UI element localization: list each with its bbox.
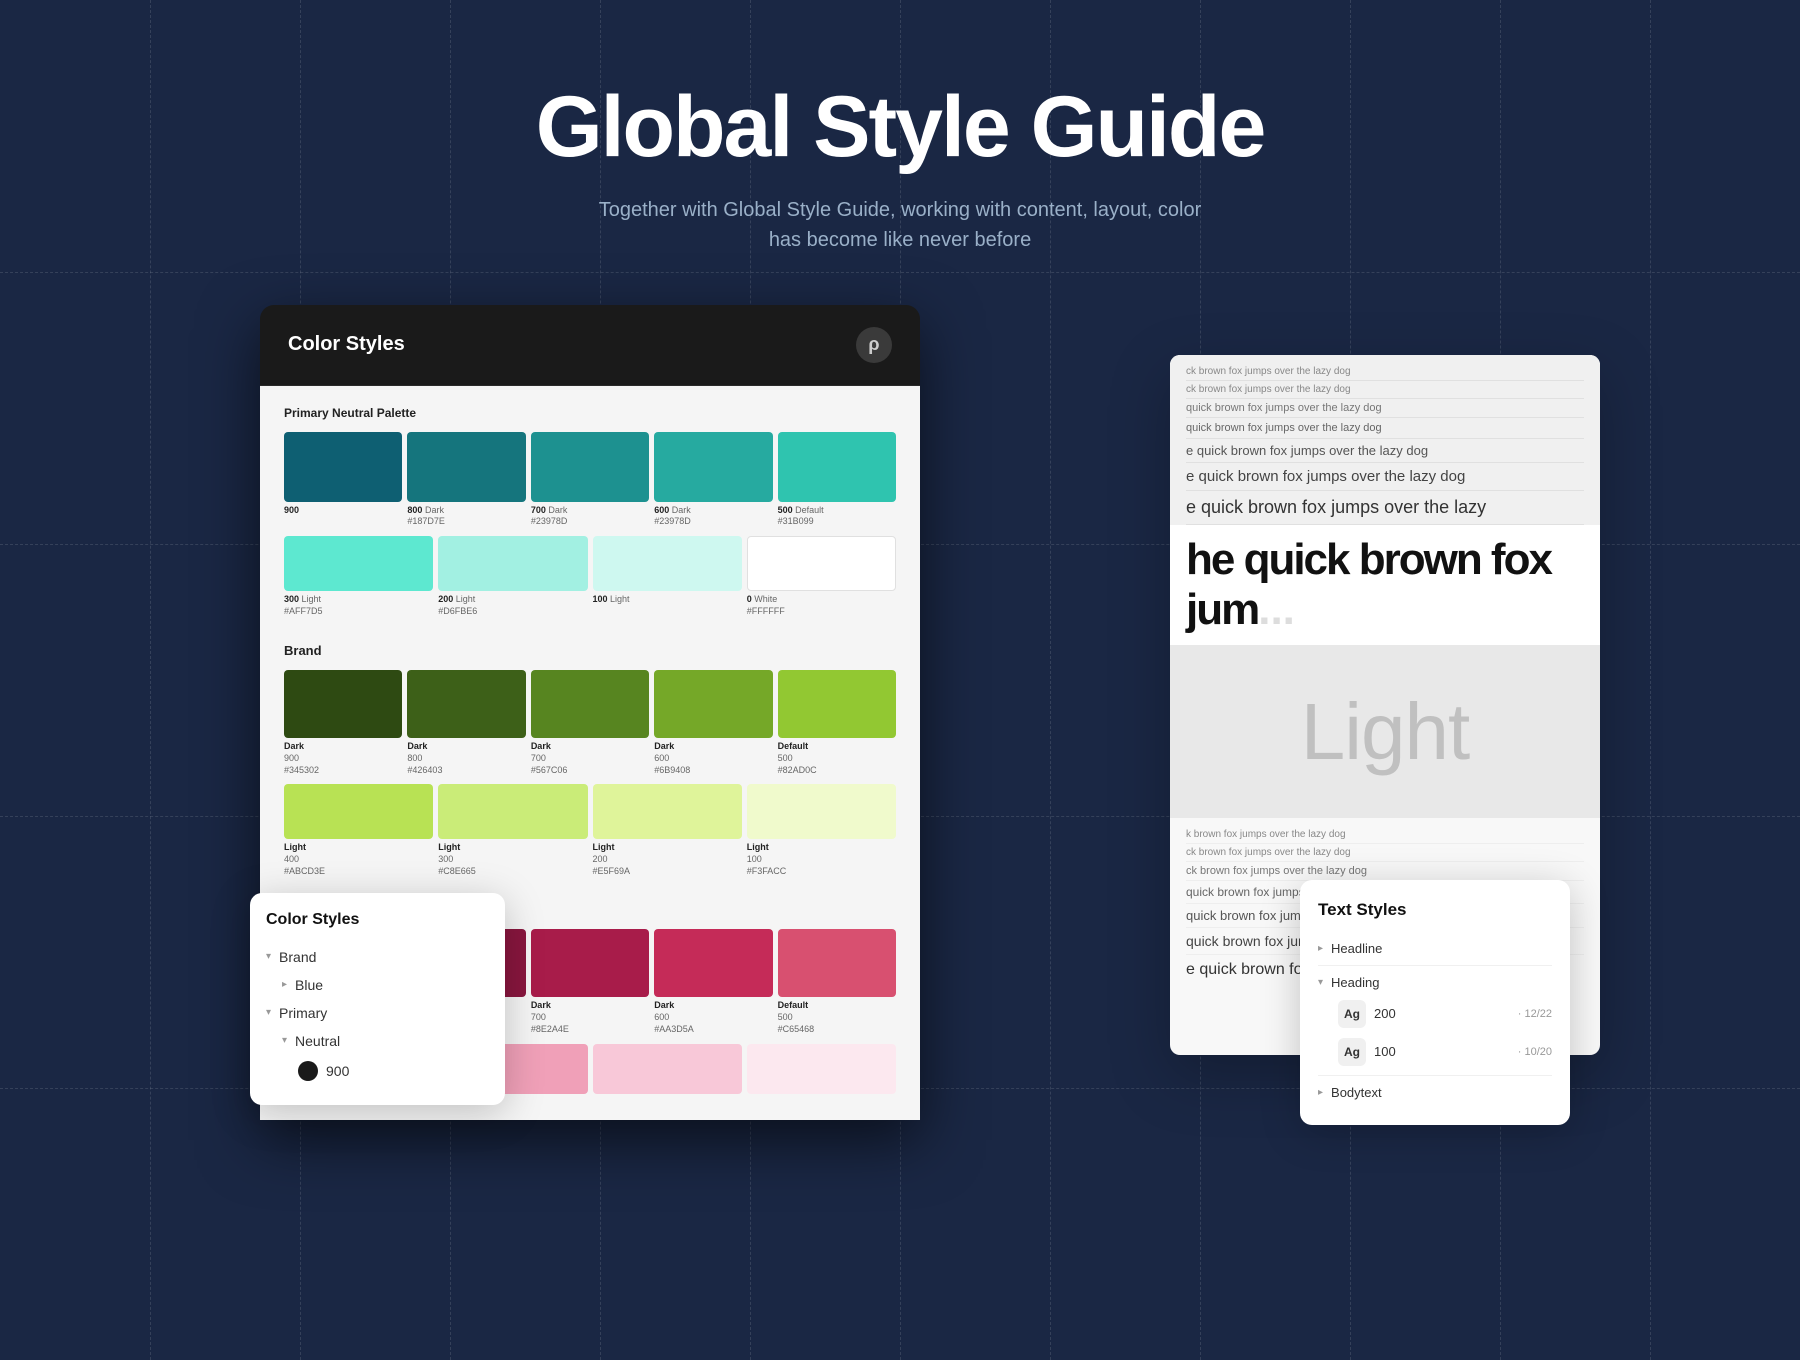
sidebar-primary-label: Primary [279,1005,327,1021]
neutral-900-dot [298,1061,318,1081]
ag-200-badge: Ag [1338,1000,1366,1028]
dark-panel-title: Color Styles [288,333,405,356]
text-line-10: ck brown fox jumps over the lazy dog [1186,862,1584,881]
floating-text-styles: Text Styles ▸ Headline ▾ Heading Ag 200 … [1300,880,1570,1125]
brand-dark-row: Dark900#345302 Dark800#426403 Dark700#56… [284,670,896,776]
ag-200-size: 200 [1374,1006,1518,1021]
brand-chevron-icon: ▾ [266,951,271,962]
swatch-neutral-800: 800 Dark#187D7E [407,432,525,528]
bodytext-label: Bodytext [1331,1085,1552,1100]
text-style-heading[interactable]: ▾ Heading [1318,970,1552,995]
swatch-error-500: Default500#C65468 [778,929,896,1035]
sidebar-primary-item[interactable]: ▾ Primary [266,999,489,1027]
text-styles-panel-title: Text Styles [1318,900,1552,920]
neutral-light-row: 300 Light#AFF7D5 200 Light#D6FBE6 100 Li… [284,536,896,617]
text-line-3: quick brown fox jumps over the lazy dog [1186,399,1584,418]
text-line-5: e quick brown fox jumps over the lazy do… [1186,439,1584,463]
text-style-ag-100[interactable]: Ag 100 · 10/20 [1338,1033,1552,1071]
swatch-brand-900: Dark900#345302 [284,670,402,776]
swatch-neutral-300: 300 Light#AFF7D5 [284,536,433,617]
page-title: Global Style Guide [0,80,1800,175]
text-large-heading: he quick brown fox jum... [1170,525,1600,646]
primary-neutral-section: Primary Neutral Palette 900 800 Dark#187… [260,386,920,644]
ag-200-scale: · 12/22 [1518,1008,1552,1020]
ag-100-scale: · 10/20 [1518,1046,1552,1058]
text-style-ag-200[interactable]: Ag 200 · 12/22 [1338,995,1552,1033]
swatch-neutral-600: 600 Dark#23978D [654,432,772,528]
sidebar-brand-label: Brand [279,949,316,965]
ag-100-badge: Ag [1338,1038,1366,1066]
headline-label: Headline [1331,941,1552,956]
light-label-area: Light [1170,646,1600,818]
heading-label: Heading [1331,975,1552,990]
bodytext-chevron-icon: ▸ [1318,1087,1323,1098]
swatch-brand-200: Light200#E5F69A [593,784,742,877]
swatch-neutral-700: 700 Dark#23978D [531,432,649,528]
color-sidebar-title: Color Styles [266,911,489,929]
brand-section: Brand Dark900#345302 Dark800#426403 Dark… [260,643,920,903]
hero-subtitle: Together with Global Style Guide, workin… [0,195,1800,255]
sidebar-neutral-label: Neutral [295,1033,340,1049]
swatch-brand-100: Light100#F3FACC [747,784,896,877]
hero-section: Global Style Guide Together with Global … [0,0,1800,255]
ag-100-size: 100 [1374,1044,1518,1059]
primary-neutral-label: Primary Neutral Palette [284,406,896,420]
sidebar-blue-label: Blue [295,977,323,993]
sidebar-900-label: 900 [326,1063,349,1079]
swatch-brand-300: Light300#C8E665 [438,784,587,877]
heading-chevron-icon: ▾ [1318,977,1323,988]
headline-chevron-icon: ▸ [1318,943,1323,954]
sidebar-neutral-item[interactable]: ▾ Neutral [282,1027,489,1055]
dark-panel-header: Color Styles ρ [260,305,920,386]
swatch-brand-600: Dark600#6B9408 [654,670,772,776]
swatch-neutral-0: 0 White#FFFFFF [747,536,896,617]
sidebar-brand-item[interactable]: ▾ Brand [266,943,489,971]
brand-light-row: Light400#ABCD3E Light300#C8E665 Light200… [284,784,896,877]
swatch-neutral-200: 200 Light#D6FBE6 [438,536,587,617]
sidebar-900-item[interactable]: 900 [298,1055,489,1087]
panels-container: Color Styles ρ Primary Neutral Palette 9… [200,305,1600,1205]
text-line-7: e quick brown fox jumps over the lazy [1186,491,1584,525]
text-style-headline[interactable]: ▸ Headline [1318,936,1552,961]
brand-label: Brand [284,643,896,658]
text-line-2: ck brown fox jumps over the lazy dog [1186,381,1584,399]
swatch-neutral-100: 100 Light [593,536,742,617]
panel-p-icon[interactable]: ρ [856,327,892,363]
text-line-9: ck brown fox jumps over the lazy dog [1186,844,1584,862]
floating-color-sidebar: Color Styles ▾ Brand ▸ Blue ▾ Primary ▾ … [250,893,505,1105]
text-line-8: k brown fox jumps over the lazy dog [1186,826,1584,844]
text-style-bodytext[interactable]: ▸ Bodytext [1318,1080,1552,1105]
swatch-brand-800: Dark800#426403 [407,670,525,776]
swatch-neutral-500: 500 Default#31B099 [778,432,896,528]
text-line-4: quick brown fox jumps over the lazy dog [1186,418,1584,439]
swatch-error-100 [747,1044,896,1094]
neutral-chevron-icon: ▾ [282,1035,287,1046]
primary-chevron-icon: ▾ [266,1007,271,1018]
text-line-1: ck brown fox jumps over the lazy dog [1186,363,1584,381]
sidebar-blue-item[interactable]: ▸ Blue [282,971,489,999]
swatch-error-200 [593,1044,742,1094]
text-line-6: e quick brown fox jumps over the lazy do… [1186,463,1584,491]
swatch-brand-default: Default500#82AD0C [778,670,896,776]
swatch-error-600: Dark600#AA3D5A [654,929,772,1035]
swatch-neutral-900: 900 [284,432,402,528]
neutral-dark-row: 900 800 Dark#187D7E 700 Dark#23978D 600 … [284,432,896,528]
swatch-brand-700: Dark700#567C06 [531,670,649,776]
swatch-error-700: Dark700#8E2A4E [531,929,649,1035]
swatch-brand-400: Light400#ABCD3E [284,784,433,877]
blue-chevron-icon: ▸ [282,979,287,990]
